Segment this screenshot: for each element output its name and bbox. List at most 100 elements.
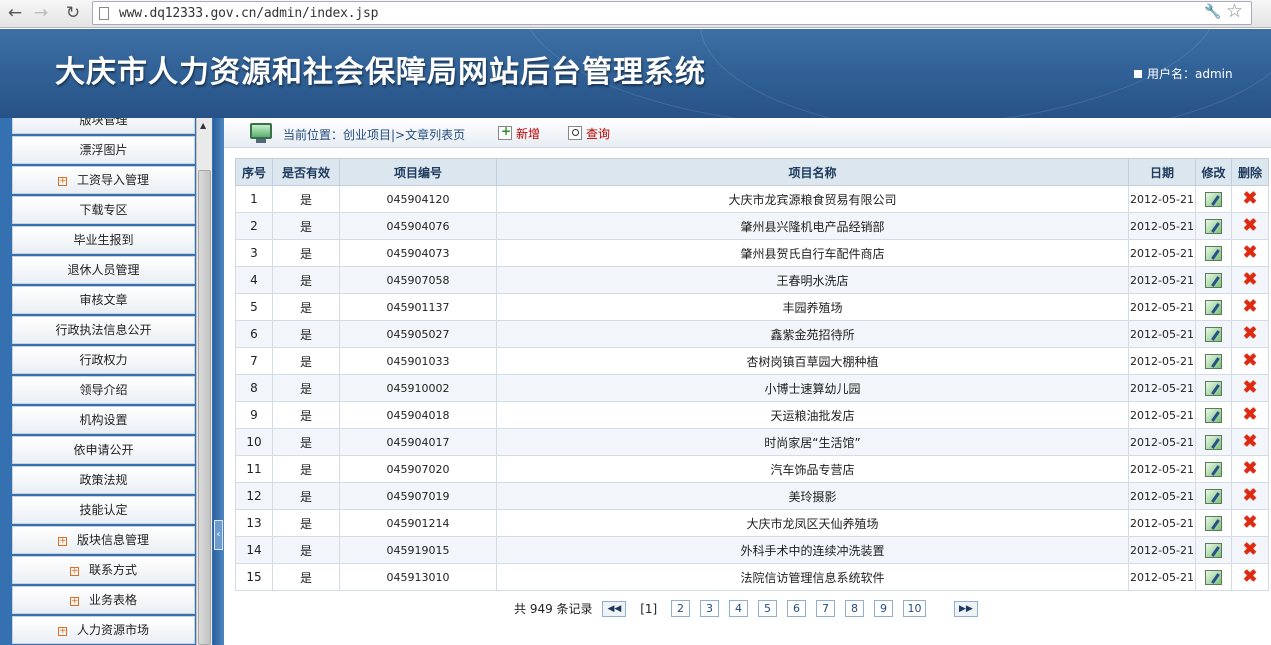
page-links: 2 3 4 5 6 7 8 9 10 — [661, 600, 927, 617]
delete-icon[interactable]: ✖ — [1242, 271, 1257, 289]
cell-date: 2012-05-21 — [1128, 212, 1196, 240]
sidebar-item[interactable]: + 业务表格 — [12, 586, 195, 614]
expand-plus-icon[interactable]: + — [57, 177, 67, 186]
last-page-icon[interactable]: ▶▶ — [953, 600, 978, 617]
cell-no: 8 — [235, 374, 273, 402]
sidebar-item[interactable]: 审核文章 — [12, 286, 195, 314]
forward-arrow-icon[interactable]: → — [30, 2, 52, 24]
edit-icon[interactable] — [1205, 245, 1222, 261]
sidebar: 版块管理漂浮图片 + 工资导入管理 下载专区 毕业生报到 退休人员管理 审核文章 行政执法信息… — [0, 118, 213, 645]
cell-date: 2012-05-21 — [1128, 401, 1196, 429]
page-link[interactable]: 4 — [729, 600, 749, 617]
page-link[interactable]: 6 — [787, 600, 807, 617]
delete-icon[interactable]: ✖ — [1242, 217, 1257, 235]
delete-icon[interactable]: ✖ — [1242, 244, 1257, 262]
address-bar[interactable]: www.dq12333.gov.cn/admin/index.jsp — [92, 1, 1252, 25]
delete-icon[interactable]: ✖ — [1242, 568, 1257, 586]
expand-plus-icon[interactable]: + — [57, 627, 67, 636]
cell-name: 王春明水洗店 — [496, 266, 1129, 294]
cell-code: 045904120 — [339, 185, 497, 213]
sidebar-item[interactable]: 依申请公开 — [12, 436, 195, 464]
sidebar-item[interactable]: 领导介绍 — [12, 376, 195, 404]
sidebar-scrollbar[interactable]: ▲ — [196, 118, 212, 645]
delete-icon[interactable]: ✖ — [1242, 487, 1257, 505]
query-button[interactable]: 查询 — [568, 125, 610, 142]
page-link[interactable]: 10 — [903, 600, 927, 617]
sidebar-item-label: 依申请公开 — [73, 443, 134, 457]
cell-valid: 是 — [272, 266, 340, 294]
edit-icon[interactable] — [1205, 569, 1222, 585]
scrollbar-thumb[interactable] — [198, 170, 211, 645]
edit-icon[interactable] — [1205, 434, 1222, 450]
expand-plus-icon[interactable]: + — [69, 597, 79, 606]
edit-icon[interactable] — [1205, 299, 1222, 315]
sidebar-item[interactable]: + 人力资源市场 — [12, 616, 195, 644]
sidebar-item[interactable]: 毕业生报到 — [12, 226, 195, 254]
edit-icon[interactable] — [1205, 272, 1222, 288]
monitor-icon — [250, 123, 272, 144]
wrench-icon[interactable]: 🔧 — [1204, 4, 1221, 20]
sidebar-item[interactable]: + 版块信息管理 — [12, 526, 195, 554]
table-row: 12 是 045907019 美玲摄影 2012-05-21 ✖ — [235, 482, 1269, 510]
sidebar-item[interactable]: 版块管理 — [12, 118, 195, 134]
edit-icon[interactable] — [1205, 218, 1222, 234]
edit-icon[interactable] — [1205, 488, 1222, 504]
page-link[interactable]: 5 — [758, 600, 778, 617]
cell-date: 2012-05-21 — [1128, 563, 1196, 591]
sidebar-item[interactable]: 漂浮图片 — [12, 136, 195, 164]
first-page-icon[interactable]: ◀◀ — [602, 600, 627, 617]
edit-icon[interactable] — [1205, 353, 1222, 369]
sidebar-item-label: 版块管理 — [79, 118, 128, 127]
sidebar-item[interactable]: 退休人员管理 — [12, 256, 195, 284]
delete-icon[interactable]: ✖ — [1242, 352, 1257, 370]
delete-icon[interactable]: ✖ — [1242, 514, 1257, 532]
sidebar-item[interactable]: 技能认定 — [12, 496, 195, 524]
cell-edit — [1195, 563, 1232, 591]
sidebar-item[interactable]: 下载专区 — [12, 196, 195, 224]
cell-date: 2012-05-21 — [1128, 482, 1196, 510]
sidebar-splitter[interactable]: ‹ — [213, 118, 224, 645]
article-table-container: 序号 是否有效 项目编号 项目名称 日期 修改 删除 1 是 045904120 大庆… — [235, 158, 1269, 591]
page-link[interactable]: 9 — [874, 600, 894, 617]
delete-icon[interactable]: ✖ — [1242, 433, 1257, 451]
scroll-up-icon[interactable]: ▲ — [200, 121, 206, 130]
expand-plus-icon[interactable]: + — [57, 537, 67, 546]
sidebar-item[interactable]: 政策法规 — [12, 466, 195, 494]
column-header-code: 项目编号 — [339, 158, 497, 186]
collapse-arrow-icon[interactable]: ‹ — [214, 520, 223, 550]
cell-name: 丰园养殖场 — [496, 293, 1129, 321]
edit-icon[interactable] — [1205, 407, 1222, 423]
edit-icon[interactable] — [1205, 515, 1222, 531]
user-label: 用户名：admin — [1147, 67, 1233, 81]
new-button[interactable]: 新增 — [498, 124, 540, 142]
sidebar-item[interactable]: 机构设置 — [12, 406, 195, 434]
edit-icon[interactable] — [1205, 191, 1222, 207]
edit-icon[interactable] — [1205, 380, 1222, 396]
edit-icon[interactable] — [1205, 461, 1222, 477]
edit-icon[interactable] — [1205, 326, 1222, 342]
page-link[interactable]: 7 — [816, 600, 836, 617]
location-path[interactable]: 创业项目|>文章列表页 — [343, 128, 465, 142]
page-link[interactable]: 8 — [845, 600, 865, 617]
cell-no: 3 — [235, 239, 273, 267]
delete-icon[interactable]: ✖ — [1242, 190, 1257, 208]
page-link[interactable]: 2 — [671, 600, 691, 617]
sidebar-item[interactable]: 行政执法信息公开 — [12, 316, 195, 344]
delete-icon[interactable]: ✖ — [1242, 460, 1257, 478]
delete-icon[interactable]: ✖ — [1242, 541, 1257, 559]
cell-edit — [1195, 401, 1232, 429]
delete-icon[interactable]: ✖ — [1242, 379, 1257, 397]
sidebar-item[interactable]: + 联系方式 — [12, 556, 195, 584]
cell-delete: ✖ — [1231, 185, 1269, 213]
sidebar-item[interactable]: + 工资导入管理 — [12, 166, 195, 194]
back-arrow-icon[interactable]: ← — [4, 2, 26, 24]
delete-icon[interactable]: ✖ — [1242, 325, 1257, 343]
bookmark-star-icon[interactable]: ☆ — [1226, 0, 1243, 22]
delete-icon[interactable]: ✖ — [1242, 298, 1257, 316]
reload-icon[interactable]: ↻ — [62, 2, 84, 24]
delete-icon[interactable]: ✖ — [1242, 406, 1257, 424]
page-link[interactable]: 3 — [700, 600, 720, 617]
sidebar-item[interactable]: 行政权力 — [12, 346, 195, 374]
edit-icon[interactable] — [1205, 542, 1222, 558]
expand-plus-icon[interactable]: + — [69, 567, 79, 576]
